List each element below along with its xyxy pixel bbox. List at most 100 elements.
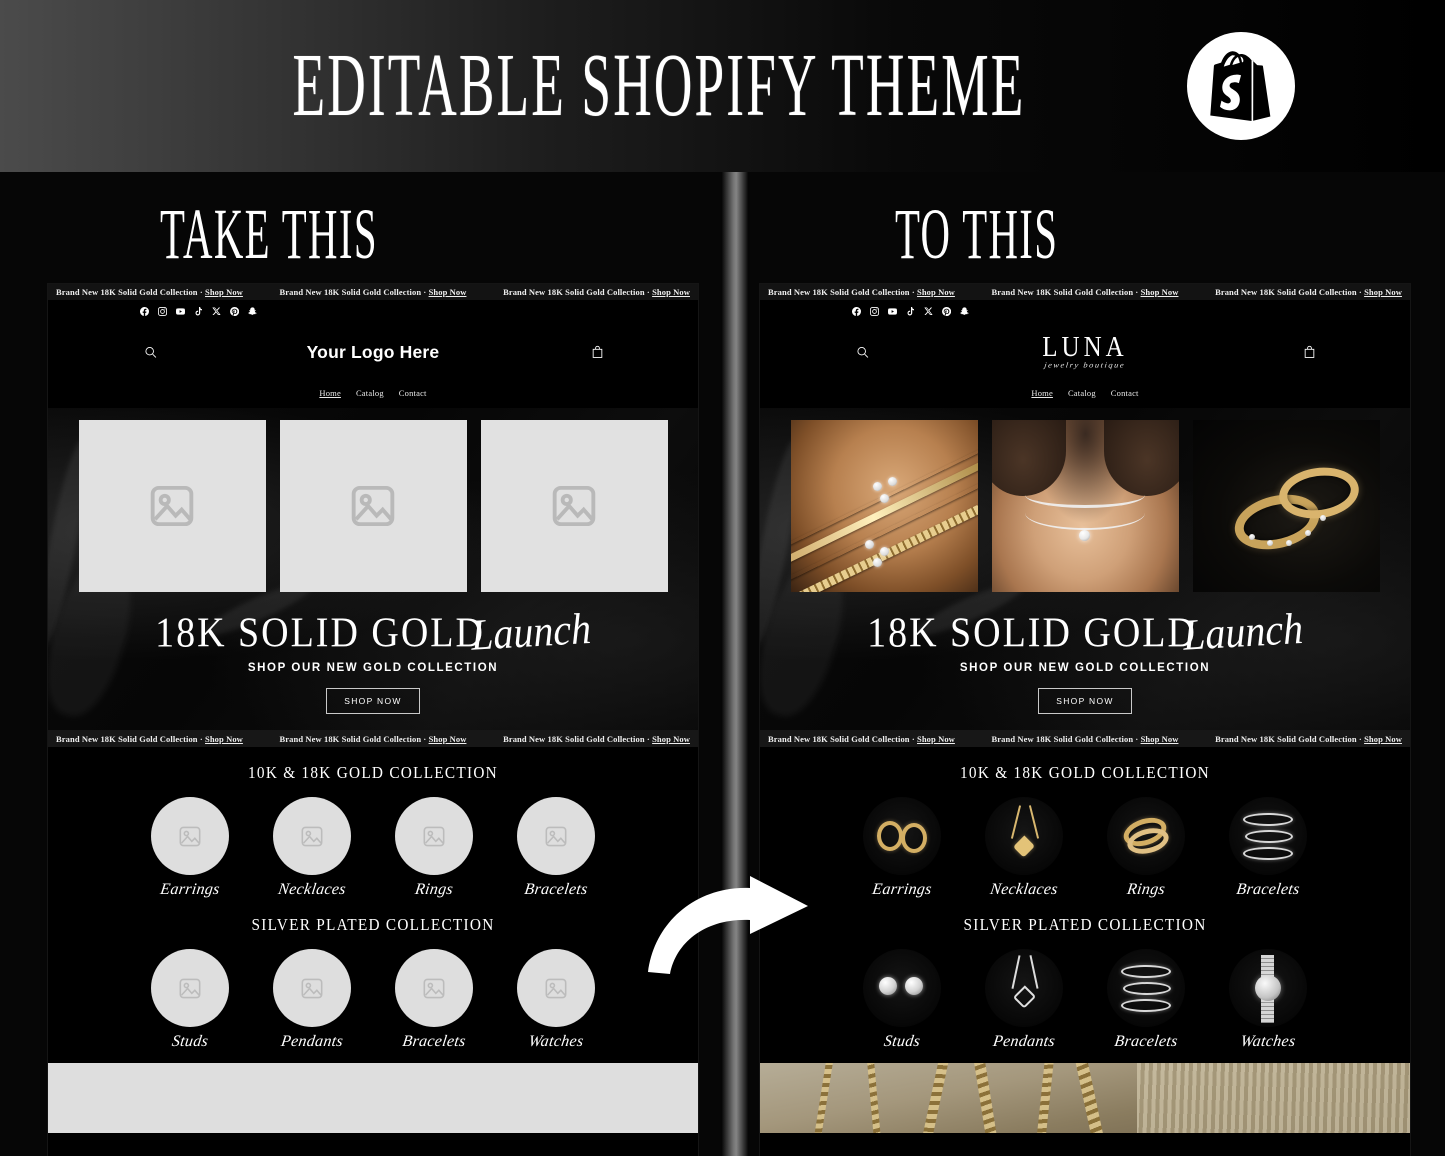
announcement-text: Brand New 18K Solid Gold Collection · — [503, 733, 650, 744]
collection-item[interactable]: Watches — [513, 949, 599, 1051]
shop-now-link[interactable]: Shop Now — [917, 734, 955, 744]
banner-title: EDITABLE SHOPIFY THEME — [292, 35, 1025, 136]
announcement-item[interactable]: Brand New 18K Solid Gold Collection · Sh… — [280, 734, 467, 744]
hero-section: 18K SOLID GOLDLaunch SHOP OUR NEW GOLD C… — [760, 408, 1410, 730]
hero-photo-necklace[interactable] — [991, 420, 1179, 592]
pinterest-icon[interactable] — [942, 307, 951, 316]
hero-photo-bracelets[interactable] — [790, 420, 978, 592]
shop-now-link[interactable]: Shop Now — [1364, 734, 1402, 744]
before-label: TAKE THIS — [160, 194, 378, 274]
collection-label: Bracelets — [401, 1033, 467, 1050]
collections-section: 10K & 18K GOLD COLLECTION Earrings Neckl… — [48, 747, 698, 1063]
after-store-preview: Brand New 18K Solid Gold Collection · Sh… — [760, 284, 1410, 1156]
shopping-bag-icon[interactable] — [1303, 345, 1316, 359]
tiktok-icon[interactable] — [194, 307, 203, 316]
collection-label: Bracelets — [1113, 1033, 1179, 1050]
image-placeholder-icon[interactable] — [78, 420, 266, 592]
collection-item[interactable]: Earrings — [859, 797, 945, 899]
silver-collection: SILVER PLATED COLLECTION Studs Pendants … — [48, 915, 698, 1051]
collection-item[interactable]: Studs — [147, 949, 233, 1051]
announcement-bar: Brand New 18K Solid Gold Collection · Sh… — [760, 284, 1410, 300]
store-logo[interactable]: Your Logo Here — [307, 342, 440, 363]
collection-item[interactable]: Bracelets — [1103, 949, 1189, 1051]
store-logo[interactable]: LUNA jewelry boutique — [1042, 331, 1128, 370]
shopping-bag-icon[interactable] — [591, 345, 604, 359]
announcement-item[interactable]: Brand New 18K Solid Gold Collection · Sh… — [992, 734, 1179, 744]
collection-item[interactable]: Pendants — [269, 949, 355, 1051]
social-links — [760, 300, 1410, 316]
nav-item-home[interactable]: Home — [319, 388, 341, 398]
collection-item[interactable]: Pendants — [981, 949, 1067, 1051]
hero-title-script: Launch — [469, 603, 593, 660]
shop-now-button[interactable]: SHOP NOW — [326, 688, 420, 714]
collection-item[interactable]: Studs — [859, 949, 945, 1051]
facebook-icon[interactable] — [140, 307, 149, 316]
collection-item[interactable]: Necklaces — [269, 797, 355, 899]
nav-item-contact[interactable]: Contact — [1111, 388, 1139, 398]
before-store-preview: Brand New 18K Solid Gold Collection · Sh… — [48, 284, 698, 1156]
x-twitter-icon[interactable] — [924, 307, 933, 316]
tiktok-icon[interactable] — [906, 307, 915, 316]
collections-section: 10K & 18K GOLD COLLECTION Earrings Neckl… — [760, 747, 1410, 1063]
facebook-icon[interactable] — [852, 307, 861, 316]
product-photo-watches — [1229, 949, 1307, 1027]
collection-label: Bracelets — [1235, 881, 1301, 898]
hero-copy: 18K SOLID GOLDLaunch SHOP OUR NEW GOLD C… — [48, 603, 698, 714]
image-placeholder-icon[interactable] — [480, 420, 668, 592]
announcement-item[interactable]: Brand New 18K Solid Gold Collection · Sh… — [56, 287, 243, 297]
instagram-icon[interactable] — [158, 307, 167, 316]
shop-now-link[interactable]: Shop Now — [429, 287, 467, 297]
announcement-item[interactable]: Brand New 18K Solid Gold Collection · Sh… — [1215, 734, 1402, 744]
image-placeholder-icon[interactable] — [279, 420, 467, 592]
logo-brand-name: LUNA — [1042, 331, 1128, 363]
shop-now-link[interactable]: Shop Now — [652, 734, 690, 744]
x-twitter-icon[interactable] — [212, 307, 221, 316]
hero-title-main: 18K SOLID GOLD — [155, 610, 485, 657]
announcement-text: Brand New 18K Solid Gold Collection · — [279, 287, 427, 297]
announcement-item[interactable]: Brand New 18K Solid Gold Collection · Sh… — [56, 734, 243, 744]
comparison-stage: TAKE THIS TO THIS Brand New 18K Solid Go… — [0, 172, 1445, 1156]
announcement-item[interactable]: Brand New 18K Solid Gold Collection · Sh… — [503, 287, 690, 297]
collection-label: Studs — [882, 1033, 922, 1050]
snapchat-icon[interactable] — [248, 307, 257, 316]
nav-item-home[interactable]: Home — [1031, 388, 1053, 398]
shop-now-link[interactable]: Shop Now — [205, 287, 243, 297]
nav-item-catalog[interactable]: Catalog — [1068, 388, 1096, 398]
logo-tagline: jewelry boutique — [1044, 360, 1126, 370]
collection-item[interactable]: Watches — [1225, 949, 1311, 1051]
announcement-text: Brand New 18K Solid Gold Collection · — [768, 287, 915, 297]
collection-item[interactable]: Bracelets — [1225, 797, 1311, 899]
nav-item-catalog[interactable]: Catalog — [356, 388, 384, 398]
nav-item-contact[interactable]: Contact — [399, 388, 427, 398]
shop-now-button[interactable]: SHOP NOW — [1038, 688, 1132, 714]
shop-now-link[interactable]: Shop Now — [1141, 287, 1179, 297]
announcement-item[interactable]: Brand New 18K Solid Gold Collection · Sh… — [1215, 287, 1402, 297]
pinterest-icon[interactable] — [230, 307, 239, 316]
hero-photo-rings[interactable] — [1192, 420, 1380, 592]
search-icon[interactable] — [144, 346, 157, 359]
collection-item[interactable]: Bracelets — [513, 797, 599, 899]
announcement-item[interactable]: Brand New 18K Solid Gold Collection · Sh… — [503, 734, 690, 744]
collection-item[interactable]: Rings — [1103, 797, 1189, 899]
shop-now-link[interactable]: Shop Now — [1364, 287, 1402, 297]
snapchat-icon[interactable] — [960, 307, 969, 316]
youtube-icon[interactable] — [888, 307, 897, 316]
shop-now-link[interactable]: Shop Now — [917, 287, 955, 297]
youtube-icon[interactable] — [176, 307, 185, 316]
announcement-text: Brand New 18K Solid Gold Collection · — [1215, 287, 1362, 297]
collection-item[interactable]: Bracelets — [391, 949, 477, 1051]
collection-item[interactable]: Necklaces — [981, 797, 1067, 899]
announcement-item[interactable]: Brand New 18K Solid Gold Collection · Sh… — [992, 287, 1179, 297]
announcement-item[interactable]: Brand New 18K Solid Gold Collection · Sh… — [280, 287, 467, 297]
announcement-item[interactable]: Brand New 18K Solid Gold Collection · Sh… — [768, 287, 955, 297]
shop-now-link[interactable]: Shop Now — [205, 734, 243, 744]
instagram-icon[interactable] — [870, 307, 879, 316]
search-icon[interactable] — [856, 346, 869, 359]
shop-now-link[interactable]: Shop Now — [429, 734, 467, 744]
collection-item[interactable]: Earrings — [147, 797, 233, 899]
collection-item[interactable]: Rings — [391, 797, 477, 899]
collection-label: Earrings — [871, 881, 933, 898]
announcement-item[interactable]: Brand New 18K Solid Gold Collection · Sh… — [768, 734, 955, 744]
shop-now-link[interactable]: Shop Now — [1141, 734, 1179, 744]
shop-now-link[interactable]: Shop Now — [652, 287, 690, 297]
